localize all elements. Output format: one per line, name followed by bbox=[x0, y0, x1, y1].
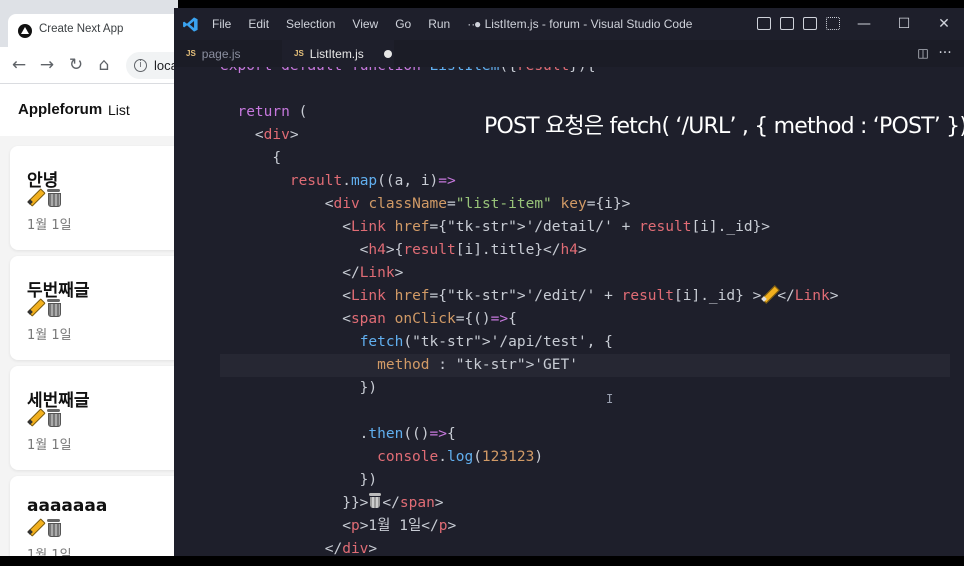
delete-trash-icon[interactable] bbox=[46, 299, 61, 317]
edit-pencil-icon[interactable] bbox=[27, 189, 43, 205]
code-line[interactable]: console.log(123123) bbox=[220, 446, 838, 469]
code-line[interactable] bbox=[220, 400, 838, 423]
code-line[interactable]: }) bbox=[220, 469, 838, 492]
nextjs-favicon-icon bbox=[18, 24, 32, 38]
delete-trash-icon[interactable] bbox=[46, 189, 61, 207]
menu-run[interactable]: Run bbox=[428, 17, 450, 31]
pencil-emoji-icon bbox=[761, 286, 777, 302]
browser-tab-title: Create Next App bbox=[39, 23, 124, 35]
unsaved-dot-icon[interactable] bbox=[383, 49, 392, 58]
info-icon[interactable]: i bbox=[134, 59, 147, 72]
site-navbar: Appleforum List bbox=[0, 84, 178, 136]
post-date: 1월 1일 bbox=[27, 218, 72, 233]
post-date: 1월 1일 bbox=[27, 438, 72, 453]
js-file-icon: JS bbox=[186, 49, 196, 58]
minimize-icon[interactable]: — bbox=[853, 13, 875, 35]
toggle-secondary-sidebar-icon[interactable] bbox=[803, 17, 817, 30]
browser-tab-strip: Create Next App bbox=[0, 0, 178, 47]
edit-pencil-icon[interactable] bbox=[27, 299, 43, 315]
reload-icon[interactable]: ↻ bbox=[66, 55, 86, 75]
post-title-link[interactable]: 안녕 bbox=[27, 166, 58, 191]
tab-listitem-js[interactable]: JS ListItem.js bbox=[282, 40, 394, 67]
code-line[interactable]: result.map((a, i)=> bbox=[220, 170, 838, 193]
site-logo[interactable]: Appleforum bbox=[18, 101, 102, 118]
js-file-icon: JS bbox=[294, 49, 304, 58]
customize-layout-icon[interactable] bbox=[826, 17, 840, 30]
code-line[interactable]: <span onClick={()=>{ bbox=[220, 308, 838, 331]
code-content[interactable]: export default function ListItem({result… bbox=[220, 67, 838, 556]
tab-label: page.js bbox=[201, 46, 241, 61]
tab-label: ListItem.js bbox=[309, 46, 364, 61]
delete-trash-icon[interactable] bbox=[46, 519, 61, 537]
menu-bar: File Edit Selection View Go Run ··· bbox=[212, 17, 479, 31]
code-line[interactable]: fetch("tk-str">'/api/test', { bbox=[220, 331, 838, 354]
code-line[interactable] bbox=[220, 78, 838, 101]
browser-window: Create Next App ← → ↻ ⌂ i loca Appleforu… bbox=[0, 0, 178, 556]
code-line[interactable]: </Link> bbox=[220, 262, 838, 285]
nav-link-list[interactable]: List bbox=[108, 102, 130, 118]
code-line[interactable]: <Link href={"tk-str">'/edit/' + result[i… bbox=[220, 285, 838, 308]
home-icon[interactable]: ⌂ bbox=[94, 55, 114, 75]
forward-arrow-icon[interactable]: → bbox=[37, 55, 57, 75]
code-line[interactable]: <h4>{result[i].title}</h4> bbox=[220, 239, 838, 262]
list-item: 세번째글 1월 1일 bbox=[10, 366, 178, 470]
menu-go[interactable]: Go bbox=[395, 17, 411, 31]
code-line[interactable]: <div className="list-item" key={i}> bbox=[220, 193, 838, 216]
post-date: 1월 1일 bbox=[27, 328, 72, 343]
code-line[interactable]: }}> </span> bbox=[220, 492, 838, 515]
editor-tab-bar: JS page.js JS ListItem.js ◫ ··· bbox=[174, 40, 964, 67]
toggle-panel-icon[interactable] bbox=[780, 17, 794, 30]
back-arrow-icon[interactable]: ← bbox=[9, 55, 29, 75]
vscode-logo-icon bbox=[183, 17, 198, 32]
menu-view[interactable]: View bbox=[352, 17, 378, 31]
toggle-primary-sidebar-icon[interactable] bbox=[757, 17, 771, 30]
post-date: 1월 1일 bbox=[27, 548, 72, 556]
window-title: ● ListItem.js - forum - Visual Studio Co… bbox=[474, 17, 693, 31]
lecture-caption-overlay: POST 요청은 fetch( ‘/URL’ , { method : ‘POS… bbox=[484, 114, 964, 139]
browser-tab[interactable]: Create Next App bbox=[8, 14, 178, 47]
vscode-titlebar: File Edit Selection View Go Run ··· ● Li… bbox=[174, 8, 964, 40]
list-item: 두번째글 1월 1일 bbox=[10, 256, 178, 360]
post-title-link[interactable]: 두번째글 bbox=[27, 276, 90, 301]
more-actions-icon[interactable]: ··· bbox=[934, 42, 956, 64]
code-editor[interactable]: export default function ListItem({result… bbox=[174, 67, 964, 556]
post-title-link[interactable]: 세번째글 bbox=[27, 386, 90, 411]
code-line[interactable]: export default function ListItem({result… bbox=[220, 67, 838, 78]
list-item: 안녕 1월 1일 bbox=[10, 146, 178, 250]
post-title-link[interactable]: aaaaaaa bbox=[27, 496, 107, 516]
trash-emoji-icon bbox=[368, 493, 382, 509]
code-line[interactable]: method : "tk-str">'GET' bbox=[220, 354, 838, 377]
web-page: Appleforum List 안녕 1월 1일 두번째글 1월 1일 세번째글 bbox=[0, 84, 178, 556]
mouse-ibeam-cursor: I bbox=[606, 392, 614, 406]
edit-pencil-icon[interactable] bbox=[27, 519, 43, 535]
split-editor-icon[interactable]: ◫ bbox=[912, 42, 934, 64]
list-item: aaaaaaa 1월 1일 bbox=[10, 476, 178, 556]
code-line[interactable]: <p>1월 1일</p> bbox=[220, 515, 838, 538]
code-line[interactable]: .then(()=>{ bbox=[220, 423, 838, 446]
code-line[interactable]: { bbox=[220, 147, 838, 170]
vscode-window: File Edit Selection View Go Run ··· ● Li… bbox=[174, 8, 964, 556]
menu-selection[interactable]: Selection bbox=[286, 17, 335, 31]
edit-pencil-icon[interactable] bbox=[27, 409, 43, 425]
close-icon[interactable]: ✕ bbox=[933, 13, 955, 35]
tab-page-js[interactable]: JS page.js bbox=[174, 40, 282, 67]
address-bar[interactable]: i loca bbox=[126, 52, 178, 79]
code-line[interactable]: </div> bbox=[220, 538, 838, 556]
browser-toolbar: ← → ↻ ⌂ i loca bbox=[0, 47, 178, 84]
menu-file[interactable]: File bbox=[212, 17, 231, 31]
code-line[interactable]: }) bbox=[220, 377, 838, 400]
code-line[interactable]: <Link href={"tk-str">'/detail/' + result… bbox=[220, 216, 838, 239]
maximize-icon[interactable]: ☐ bbox=[893, 13, 915, 35]
menu-edit[interactable]: Edit bbox=[248, 17, 269, 31]
delete-trash-icon[interactable] bbox=[46, 409, 61, 427]
